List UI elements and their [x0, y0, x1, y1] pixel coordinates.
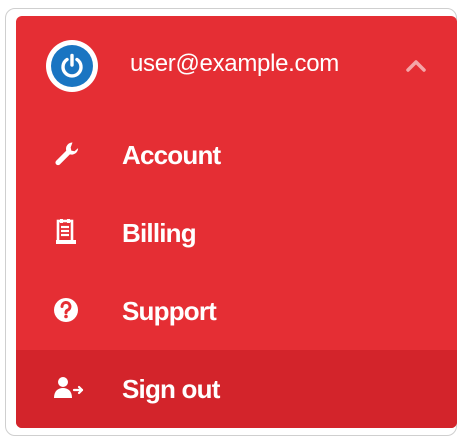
power-icon [51, 45, 93, 87]
menu-item-billing[interactable]: Billing [16, 194, 457, 272]
user-menu-header[interactable]: user@example.com [16, 16, 457, 116]
avatar [46, 40, 98, 92]
menu-item-label: Billing [122, 218, 197, 248]
receipt-icon [52, 217, 82, 247]
question-circle-icon [52, 295, 82, 325]
wrench-icon [52, 139, 82, 169]
menu-item-account[interactable]: Account [16, 116, 457, 194]
menu-item-label: Support [122, 296, 217, 326]
menu-item-label: Sign out [122, 374, 220, 404]
user-sign-out-icon [52, 373, 84, 403]
user-menu: user@example.com Account Billing Support… [16, 16, 457, 428]
menu-item-label: Account [122, 140, 221, 170]
user-email: user@example.com [130, 50, 339, 77]
chevron-up-icon[interactable] [402, 54, 430, 78]
menu-item-support[interactable]: Support [16, 272, 457, 350]
menu-item-sign-out[interactable]: Sign out [16, 350, 457, 428]
